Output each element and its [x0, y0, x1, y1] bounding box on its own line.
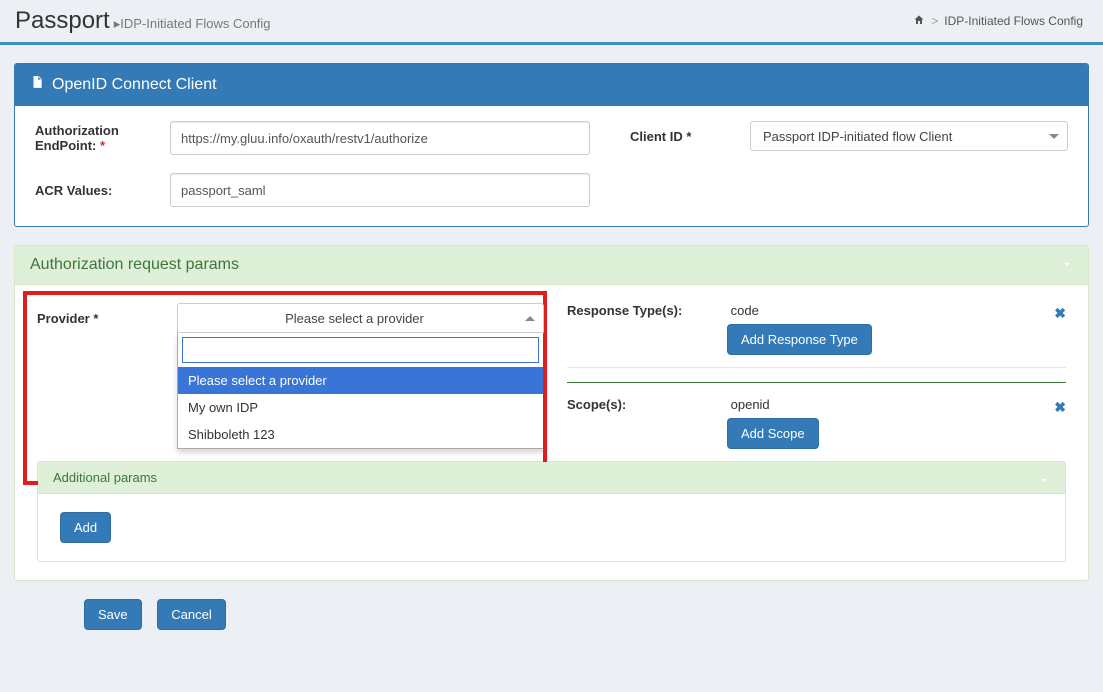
openid-client-panel: OpenID Connect Client Authorization EndP…: [14, 63, 1089, 227]
provider-option[interactable]: Shibboleth 123: [178, 421, 543, 448]
label-authz-endpoint: Authorization EndPoint: *: [35, 123, 170, 153]
response-types-row: Response Type(s): code ✖ Add Response Ty…: [567, 303, 1066, 368]
panel-heading[interactable]: Authorization request params: [15, 246, 1088, 285]
document-icon: [30, 74, 44, 95]
close-icon: ✖: [1054, 399, 1066, 415]
client-id-select[interactable]: Passport IDP-initiated flow Client: [750, 121, 1068, 151]
save-button[interactable]: Save: [84, 599, 142, 630]
add-scope-button[interactable]: Add Scope: [727, 418, 819, 449]
value-response-types: code: [731, 303, 759, 318]
panel-heading: OpenID Connect Client: [15, 64, 1088, 106]
page-subtitle: ▸IDP-Initiated Flows Config: [114, 16, 271, 32]
scopes-row: Scope(s): openid ✖ Add Scope: [567, 382, 1066, 461]
panel-title: Authorization request params: [30, 256, 239, 274]
remove-response-type-button[interactable]: ✖: [1054, 305, 1066, 322]
chevron-down-icon: [1049, 134, 1059, 139]
label-provider: Provider *: [37, 311, 177, 326]
panel-title: Additional params: [53, 470, 157, 485]
chevron-down-icon: [1037, 473, 1051, 490]
provider-option[interactable]: My own IDP: [178, 394, 543, 421]
cancel-button[interactable]: Cancel: [157, 599, 225, 630]
close-icon: ✖: [1054, 305, 1066, 321]
label-response-types: Response Type(s):: [567, 303, 727, 318]
provider-select[interactable]: Please select a provider: [177, 303, 544, 333]
provider-option[interactable]: Please select a provider: [178, 367, 543, 394]
value-scopes: openid: [731, 397, 770, 412]
panel-title: OpenID Connect Client: [52, 76, 217, 94]
acr-values-input[interactable]: [170, 173, 590, 207]
add-param-button[interactable]: Add: [60, 512, 111, 543]
chevron-down-icon: [1060, 257, 1074, 276]
form-actions: Save Cancel: [84, 599, 1089, 630]
breadcrumb: > IDP-Initiated Flows Config: [913, 14, 1083, 29]
remove-scope-button[interactable]: ✖: [1054, 399, 1066, 416]
add-response-type-button[interactable]: Add Response Type: [727, 324, 872, 355]
additional-params-heading[interactable]: Additional params: [38, 462, 1065, 494]
page-title: Passport: [15, 7, 110, 35]
chevron-up-icon: [525, 316, 535, 321]
breadcrumb-current: IDP-Initiated Flows Config: [944, 14, 1083, 28]
authz-endpoint-input[interactable]: [170, 121, 590, 155]
authz-request-params-panel: Authorization request params Provider * …: [14, 245, 1089, 581]
provider-search-input[interactable]: [182, 337, 539, 363]
label-acr-values: ACR Values:: [35, 183, 170, 198]
page-header: Passport ▸IDP-Initiated Flows Config > I…: [0, 0, 1103, 45]
label-scopes: Scope(s):: [567, 397, 727, 412]
provider-dropdown: Please select a provider My own IDP Shib…: [177, 333, 544, 449]
home-icon[interactable]: [913, 14, 925, 29]
breadcrumb-separator: >: [931, 14, 938, 28]
label-client-id: Client ID *: [630, 129, 750, 144]
